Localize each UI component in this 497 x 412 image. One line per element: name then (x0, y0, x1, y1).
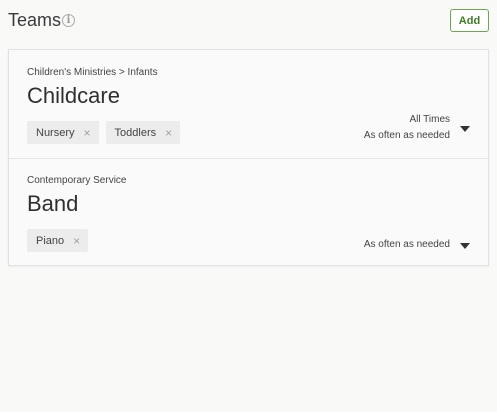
team-breadcrumb: Children's Ministries > Infants (27, 67, 158, 78)
position-tags: Nursery × Toddlers × (27, 121, 181, 144)
page-title: Teams (8, 10, 62, 30)
schedule-summary: As often as needed (364, 237, 450, 253)
position-tag-nursery: Nursery × (27, 121, 99, 144)
teams-header: Teams i Add (0, 0, 497, 44)
position-tag-piano: Piano × (27, 229, 89, 252)
position-tag-toddlers: Toddlers × (105, 121, 181, 144)
team-name: Band (27, 191, 79, 216)
team-row-band: Contemporary Service Band Piano × As oft… (9, 158, 488, 266)
remove-icon[interactable]: × (165, 126, 172, 140)
schedule-summary: All Times As often as needed (364, 112, 450, 144)
position-tags: Piano × (27, 229, 89, 252)
add-team-button[interactable]: Add (450, 9, 489, 32)
schedule-times: All Times (409, 114, 450, 125)
team-name: Childcare (27, 83, 120, 108)
position-tag-label: Nursery (36, 126, 75, 139)
remove-icon[interactable]: × (84, 126, 91, 140)
chevron-down-icon[interactable] (460, 243, 470, 249)
position-tag-label: Piano (36, 234, 65, 247)
remove-icon[interactable]: × (73, 234, 80, 248)
chevron-down-icon[interactable] (460, 126, 470, 132)
team-row-childcare: Children's Ministries > Infants Childcar… (9, 50, 488, 159)
team-breadcrumb: Contemporary Service (27, 175, 127, 186)
info-icon[interactable]: i (62, 14, 75, 27)
teams-card: Children's Ministries > Infants Childcar… (8, 49, 489, 266)
schedule-frequency: As often as needed (363, 239, 450, 250)
schedule-frequency: As often as needed (363, 130, 450, 141)
position-tag-label: Toddlers (114, 126, 157, 139)
